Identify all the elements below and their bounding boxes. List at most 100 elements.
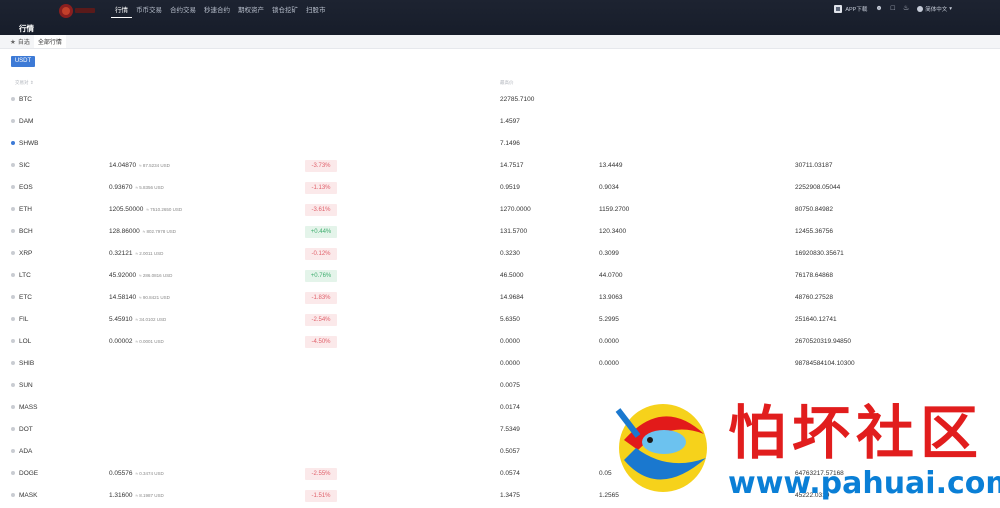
price-value: 0.05576 — [109, 470, 133, 477]
favorite-star-icon[interactable] — [11, 383, 15, 387]
price-value: 45.92000 — [109, 272, 137, 279]
price-value: 14.58140 — [109, 294, 137, 301]
table-row[interactable]: ETH 1205.50000 ≈ 7510.2650 USD -3.61% 1270.0… — [0, 199, 1000, 221]
pair-name: LTC — [19, 272, 31, 279]
change-badge: -1.83% — [305, 292, 337, 304]
favorite-star-icon[interactable] — [11, 493, 15, 497]
last-price: 0.32121 ≈ 2.0011 USD — [109, 250, 163, 257]
favorite-star-icon[interactable] — [11, 97, 15, 101]
table-row[interactable]: LTC 45.92000 ≈ 286.0816 USD +0.76% 46.5000 44… — [0, 265, 1000, 287]
message-icon[interactable]: □ — [891, 5, 895, 13]
last-price: 1.31600 ≈ 8.1987 USD — [109, 492, 164, 499]
nav-item[interactable]: 锁仓挖矿 — [268, 6, 302, 18]
high-price: 0.0174 — [500, 404, 520, 411]
pair-name: LOL — [19, 338, 32, 345]
table-row[interactable]: XRP 0.32121 ≈ 2.0011 USD -0.12% 0.3230 0.3099… — [0, 243, 1000, 265]
star-icon: ★ — [10, 38, 16, 46]
language-label: 简体中文 — [925, 7, 948, 13]
table-row[interactable]: SHIB 0.0000 0.0000 98784584104.10300 — [0, 353, 1000, 375]
favorite-star-icon[interactable] — [11, 163, 15, 167]
last-price: 0.00002 ≈ 0.0001 USD — [109, 338, 164, 345]
favorite-star-icon[interactable] — [11, 185, 15, 189]
pair-name: DAM — [19, 118, 34, 125]
qr-code-icon — [834, 5, 843, 13]
favorite-star-icon[interactable] — [11, 295, 15, 299]
favorite-star-icon[interactable] — [11, 405, 15, 409]
change-badge: -2.55% — [305, 468, 337, 480]
pair-name: ETH — [19, 206, 32, 213]
change-badge: +0.76% — [305, 270, 337, 282]
nav-item[interactable]: 合约交易 — [166, 6, 200, 18]
high-price: 14.7517 — [500, 162, 524, 169]
favorite-star-icon[interactable] — [11, 427, 15, 431]
favorite-star-icon[interactable] — [11, 449, 15, 453]
favorite-star-icon[interactable] — [11, 251, 15, 255]
volume: 76178.64868 — [795, 272, 833, 279]
language-selector[interactable]: 简体中文 ▾ — [917, 5, 952, 13]
change-badge: -0.12% — [305, 248, 337, 260]
tab-all-markets[interactable]: 全部行情 — [33, 35, 66, 48]
favorite-star-icon[interactable] — [11, 339, 15, 343]
high-price: 0.0075 — [500, 382, 520, 389]
top-navigation-bar: 行情 币币交易 合约交易 秒速合约 期权资产 锁仓挖矿 扫股市 APP下载 ☻ □ ♨ 简体… — [0, 0, 1000, 35]
volume: 2252908.05044 — [795, 184, 841, 191]
volume: 80750.84982 — [795, 206, 833, 213]
favorite-star-icon[interactable] — [11, 119, 15, 123]
favorite-star-icon[interactable] — [11, 471, 15, 475]
last-price: 1205.50000 ≈ 7510.2650 USD — [109, 206, 182, 213]
user-icon[interactable]: ☻ — [875, 5, 882, 13]
bell-icon[interactable]: ♨ — [903, 5, 909, 13]
pair-name: MASS — [19, 404, 38, 411]
price-value: 0.32121 — [109, 250, 133, 257]
favorite-star-icon[interactable] — [11, 361, 15, 365]
low-price: 0.3099 — [599, 250, 619, 257]
high-price: 0.0000 — [500, 338, 520, 345]
nav-item[interactable]: 币币交易 — [132, 6, 166, 18]
pair-name: MASK — [19, 492, 38, 499]
price-usd: ≈ 2.0011 USD — [135, 251, 164, 256]
column-header-pair[interactable]: 交易对 ⇕ — [15, 80, 34, 86]
pair-name: SHWB — [19, 140, 39, 147]
pair-name: SUN — [19, 382, 33, 389]
table-row[interactable]: DAM 1.4597 — [0, 111, 1000, 133]
favorite-star-icon[interactable] — [11, 317, 15, 321]
watermark-fish-logo — [615, 404, 707, 492]
brand-logo[interactable] — [56, 2, 98, 20]
favorite-star-icon[interactable] — [11, 273, 15, 277]
volume: 98784584104.10300 — [795, 360, 855, 367]
low-price: 0.9034 — [599, 184, 619, 191]
table-row[interactable]: FIL 5.45910 ≈ 34.0102 USD -2.54% 5.6350 5.299… — [0, 309, 1000, 331]
change-badge: -2.54% — [305, 314, 337, 326]
favorite-star-icon[interactable] — [11, 141, 15, 145]
volume: 12455.36756 — [795, 228, 833, 235]
nav-item[interactable]: 秒速合约 — [200, 6, 234, 18]
table-row[interactable]: SUN 0.0075 — [0, 375, 1000, 397]
column-header-high[interactable]: 最高价 — [500, 80, 514, 86]
nav-item[interactable]: 行情 — [111, 6, 132, 18]
tab-favorites[interactable]: ★ 自选 — [6, 35, 34, 48]
table-row[interactable]: SHWB 7.1496 — [0, 133, 1000, 155]
table-row[interactable]: BCH 128.86000 ≈ 802.7978 USD +0.44% 131.5700… — [0, 221, 1000, 243]
price-value: 1.31600 — [109, 492, 133, 499]
table-row[interactable]: BTC 22785.7100 — [0, 89, 1000, 111]
change-badge: -1.51% — [305, 490, 337, 502]
usdt-filter-button[interactable]: USDT — [11, 56, 35, 67]
table-row[interactable]: ETC 14.58140 ≈ 90.8421 USD -1.83% 14.9684 13.… — [0, 287, 1000, 309]
pair-name: ADA — [19, 448, 33, 455]
favorite-star-icon[interactable] — [11, 229, 15, 233]
favorite-star-icon[interactable] — [11, 207, 15, 211]
price-usd: ≈ 802.7978 USD — [142, 229, 176, 234]
column-header-pair-label: 交易对 — [15, 80, 29, 85]
app-download-label: APP下载 — [845, 7, 868, 13]
table-row[interactable]: SIC 14.04870 ≈ 87.5234 USD -3.73% 14.7517 13.… — [0, 155, 1000, 177]
table-row[interactable]: LOL 0.00002 ≈ 0.0001 USD -4.50% 0.0000 0.0000… — [0, 331, 1000, 353]
table-row[interactable]: EOS 0.93670 ≈ 5.8356 USD -1.13% 0.9519 0.9034… — [0, 177, 1000, 199]
nav-item[interactable]: 期权资产 — [234, 6, 268, 18]
app-download-link[interactable]: APP下载 — [834, 5, 867, 13]
high-price: 7.5349 — [500, 426, 520, 433]
last-price: 0.93670 ≈ 5.8356 USD — [109, 184, 164, 191]
price-value: 1205.50000 — [109, 206, 144, 213]
nav-item[interactable]: 扫股市 — [302, 6, 330, 18]
pair-name: BCH — [19, 228, 33, 235]
high-price: 14.9684 — [500, 294, 524, 301]
